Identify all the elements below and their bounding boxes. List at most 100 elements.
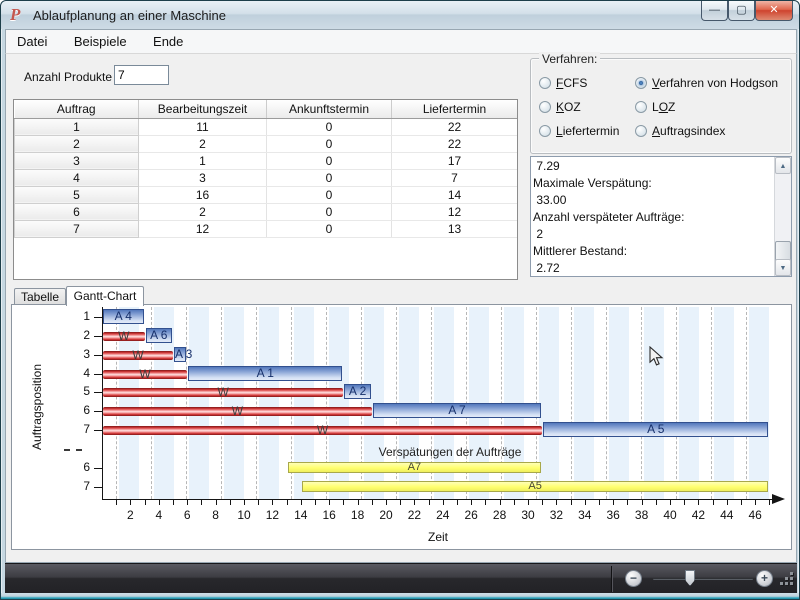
table-cell[interactable]: 13 [392,220,518,237]
job-bar[interactable]: A 3 [174,347,186,362]
scroll-down-button[interactable]: ▼ [775,259,791,276]
job-bar[interactable]: A 4 [103,309,144,324]
x-tick [769,500,770,505]
window-title: Ablaufplanung an einer Maschine [33,8,226,23]
jobs-table-col-header[interactable]: Liefertermin [392,100,518,118]
x-tick-label: 26 [459,508,483,522]
table-row[interactable]: 62012 [15,203,518,220]
zoom-in-button[interactable]: + [756,570,773,587]
table-cell[interactable]: 7 [392,169,518,186]
x-tick [571,500,572,505]
radio-circle-icon[interactable] [539,101,551,113]
close-button[interactable]: ✕ [755,1,793,21]
table-cell[interactable]: 0 [267,169,392,186]
row-header-cell[interactable]: 5 [15,186,139,203]
table-cell[interactable]: 12 [392,203,518,220]
table-cell[interactable]: 14 [392,186,518,203]
x-tick [201,500,202,505]
radio-circle-icon[interactable] [635,101,647,113]
row-header-cell[interactable]: 7 [15,220,139,237]
results-box[interactable]: 7.29Maximale Verspätung: 33.00Anzahl ver… [530,156,792,277]
radio-circle-icon[interactable] [539,77,551,89]
radio-circle-icon[interactable] [635,77,647,89]
jobs-table-header-row: AuftragBearbeitungszeitAnkunftsterminLie… [15,100,518,118]
table-cell[interactable]: 0 [267,135,392,152]
x-tick-label: 42 [686,508,710,522]
radio-option-loz[interactable]: LOZ [635,100,785,114]
jobs-table-col-header[interactable]: Bearbeitungszeit [139,100,267,118]
x-tick [727,500,728,505]
table-cell[interactable]: 0 [267,118,392,135]
row-header-cell[interactable]: 3 [15,152,139,169]
product-count-input[interactable] [114,65,169,85]
jobs-table-col-header[interactable]: Auftrag [15,100,139,118]
x-tick-label: 34 [573,508,597,522]
job-bar[interactable]: A 5 [543,422,768,437]
zoom-out-button[interactable]: − [625,570,642,587]
menu-item-beispiele[interactable]: Beispiele [63,30,138,54]
x-tick [244,500,245,505]
row-header-cell[interactable]: 4 [15,169,139,186]
job-bar[interactable]: A 2 [344,384,370,399]
delay-bar[interactable]: A5 [302,481,769,492]
y-axis-title: Auftragsposition [30,342,44,472]
zoom-slider-track[interactable] [653,578,753,580]
radio-option-auftragsindex[interactable]: Auftragsindex [635,124,785,138]
table-cell[interactable]: 2 [139,135,267,152]
results-line: Anzahl verspäteter Aufträge: [533,209,774,226]
table-row[interactable]: 516014 [15,186,518,203]
x-tick [542,500,543,505]
maximize-button[interactable]: ▢ [728,1,755,21]
job-bar[interactable]: A 6 [146,328,172,343]
table-cell[interactable]: 0 [267,203,392,220]
row-header-cell[interactable]: 6 [15,203,139,220]
y-tick [94,355,102,356]
results-scrollbar[interactable]: ▲ ▼ [774,157,791,276]
table-cell[interactable]: 11 [139,118,267,135]
x-tick [429,500,430,505]
table-cell[interactable]: 22 [392,118,518,135]
job-bar[interactable]: A 7 [373,403,541,418]
table-cell[interactable]: 22 [392,135,518,152]
delay-bar[interactable]: A7 [288,462,542,473]
table-cell[interactable]: 16 [139,186,267,203]
table-row[interactable]: 111022 [15,118,518,135]
table-cell[interactable]: 1 [139,152,267,169]
x-tick-label: 6 [175,508,199,522]
menu-item-datei[interactable]: Datei [6,30,58,54]
scroll-up-button[interactable]: ▲ [775,157,791,174]
x-tick-label: 30 [516,508,540,522]
row-header-cell[interactable]: 2 [15,135,139,152]
table-cell[interactable]: 2 [139,203,267,220]
radio-circle-icon[interactable] [539,125,551,137]
x-tick [358,500,359,505]
menu-item-ende[interactable]: Ende [142,30,194,54]
table-cell[interactable]: 3 [139,169,267,186]
y-tick [94,430,102,431]
table-cell[interactable]: 0 [267,186,392,203]
table-cell[interactable]: 0 [267,152,392,169]
table-cell[interactable]: 12 [139,220,267,237]
jobs-table-col-header[interactable]: Ankunftstermin [267,100,392,118]
table-row[interactable]: 31017 [15,152,518,169]
minimize-button[interactable]: — [701,1,728,21]
table-row[interactable]: 22022 [15,135,518,152]
radio-circle-icon[interactable] [635,125,647,137]
zoom-slider-thumb[interactable] [685,570,695,586]
tab-gantt-chart[interactable]: Gantt-Chart [66,286,144,306]
product-count-label: Anzahl Produkte [24,70,112,84]
resize-grip[interactable] [780,572,794,586]
chart-gridline [711,307,712,499]
radio-option-verfahren-von-hodgson[interactable]: Verfahren von Hodgson [635,76,785,90]
x-tick [187,500,188,505]
title-bar[interactable]: P Ablaufplanung an einer Maschine — ▢ ✕ [1,1,799,29]
job-bar[interactable]: A 1 [188,366,342,381]
app-icon: P [10,6,28,24]
jobs-table[interactable]: AuftragBearbeitungszeitAnkunftsterminLie… [13,99,518,280]
x-tick [116,500,117,505]
table-cell[interactable]: 0 [267,220,392,237]
table-cell[interactable]: 17 [392,152,518,169]
row-header-cell[interactable]: 1 [15,118,139,135]
table-row[interactable]: 4307 [15,169,518,186]
table-row[interactable]: 712013 [15,220,518,237]
